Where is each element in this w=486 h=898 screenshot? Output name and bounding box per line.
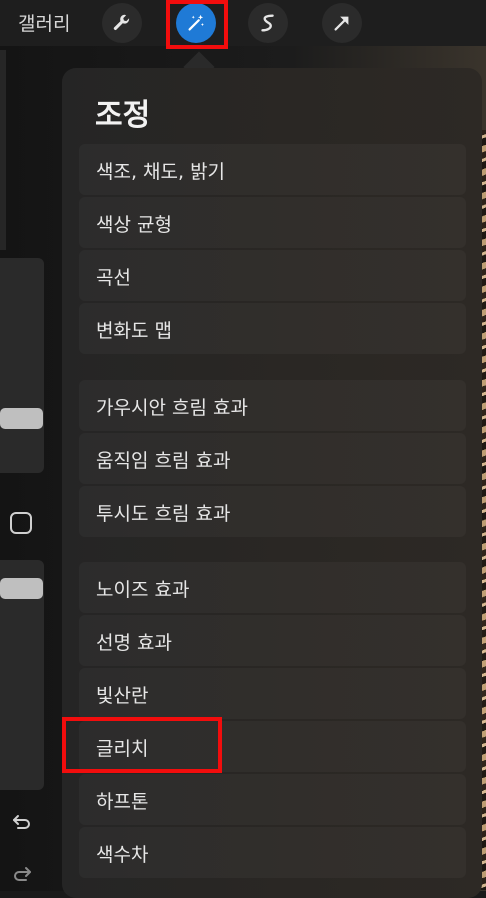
menu-title: 조정 — [95, 98, 151, 133]
menu-item-halftone[interactable]: 하프톤 — [79, 774, 466, 825]
brush-size-thumb[interactable] — [0, 408, 43, 429]
menu-item-label: 하프톤 — [96, 791, 149, 813]
menu-item-perspective-blur[interactable]: 투시도 흐림 효과 — [79, 486, 466, 537]
menu-item-gaussian-blur[interactable]: 가우시안 흐림 효과 — [79, 380, 466, 431]
menu-item-glitch[interactable]: 글리치 — [79, 721, 466, 772]
menu-item-label: 움직임 흐림 효과 — [96, 450, 231, 472]
menu-item-gradient-map[interactable]: 변화도 맵 — [79, 303, 466, 354]
brush-size-slider[interactable] — [0, 258, 44, 473]
menu-item-label: 색조, 채도, 밝기 — [96, 161, 226, 183]
wrench-icon — [113, 14, 130, 30]
menu-item-label: 변화도 맵 — [96, 320, 172, 342]
menu-item-color-balance[interactable]: 색상 균형 — [79, 197, 466, 248]
top-toolbar: 갤러리 — [0, 0, 486, 46]
actions-button[interactable] — [102, 3, 142, 43]
selection-button[interactable] — [248, 3, 288, 43]
menu-item-sharpen[interactable]: 선명 효과 — [79, 615, 466, 666]
menu-item-label: 빛산란 — [96, 685, 149, 707]
menu-item-label: 곡선 — [96, 267, 131, 289]
menu-item-chromatic-aberration[interactable]: 색수차 — [79, 827, 466, 878]
magic-wand-icon — [188, 14, 204, 31]
menu-item-label: 노이즈 효과 — [96, 579, 190, 601]
menu-item-label: 투시도 흐림 효과 — [96, 503, 231, 525]
menu-item-label: 색상 균형 — [96, 214, 172, 236]
menu-item-noise[interactable]: 노이즈 효과 — [79, 562, 466, 613]
adjustments-button[interactable] — [176, 3, 216, 43]
menu-item-label: 가우시안 흐림 효과 — [96, 397, 248, 419]
sidebar-edge — [0, 50, 6, 250]
selection-icon — [261, 14, 274, 32]
opacity-slider[interactable] — [0, 560, 44, 790]
menu-item-bloom[interactable]: 빛산란 — [79, 668, 466, 719]
transform-button[interactable] — [322, 3, 362, 43]
redo-icon[interactable] — [10, 862, 34, 886]
menu-item-label: 선명 효과 — [96, 632, 172, 654]
gallery-button[interactable]: 갤러리 — [18, 9, 70, 36]
undo-icon[interactable] — [10, 810, 34, 834]
menu-item-curves[interactable]: 곡선 — [79, 250, 466, 301]
menu-item-label: 색수차 — [96, 844, 149, 866]
arrow-icon — [334, 16, 349, 31]
menu-item-label: 글리치 — [96, 738, 149, 760]
menu-item-motion-blur[interactable]: 움직임 흐림 효과 — [79, 433, 466, 484]
modify-button[interactable] — [10, 512, 32, 534]
opacity-thumb[interactable] — [0, 578, 43, 599]
menu-item-hue-saturation-brightness[interactable]: 색조, 채도, 밝기 — [79, 144, 466, 195]
